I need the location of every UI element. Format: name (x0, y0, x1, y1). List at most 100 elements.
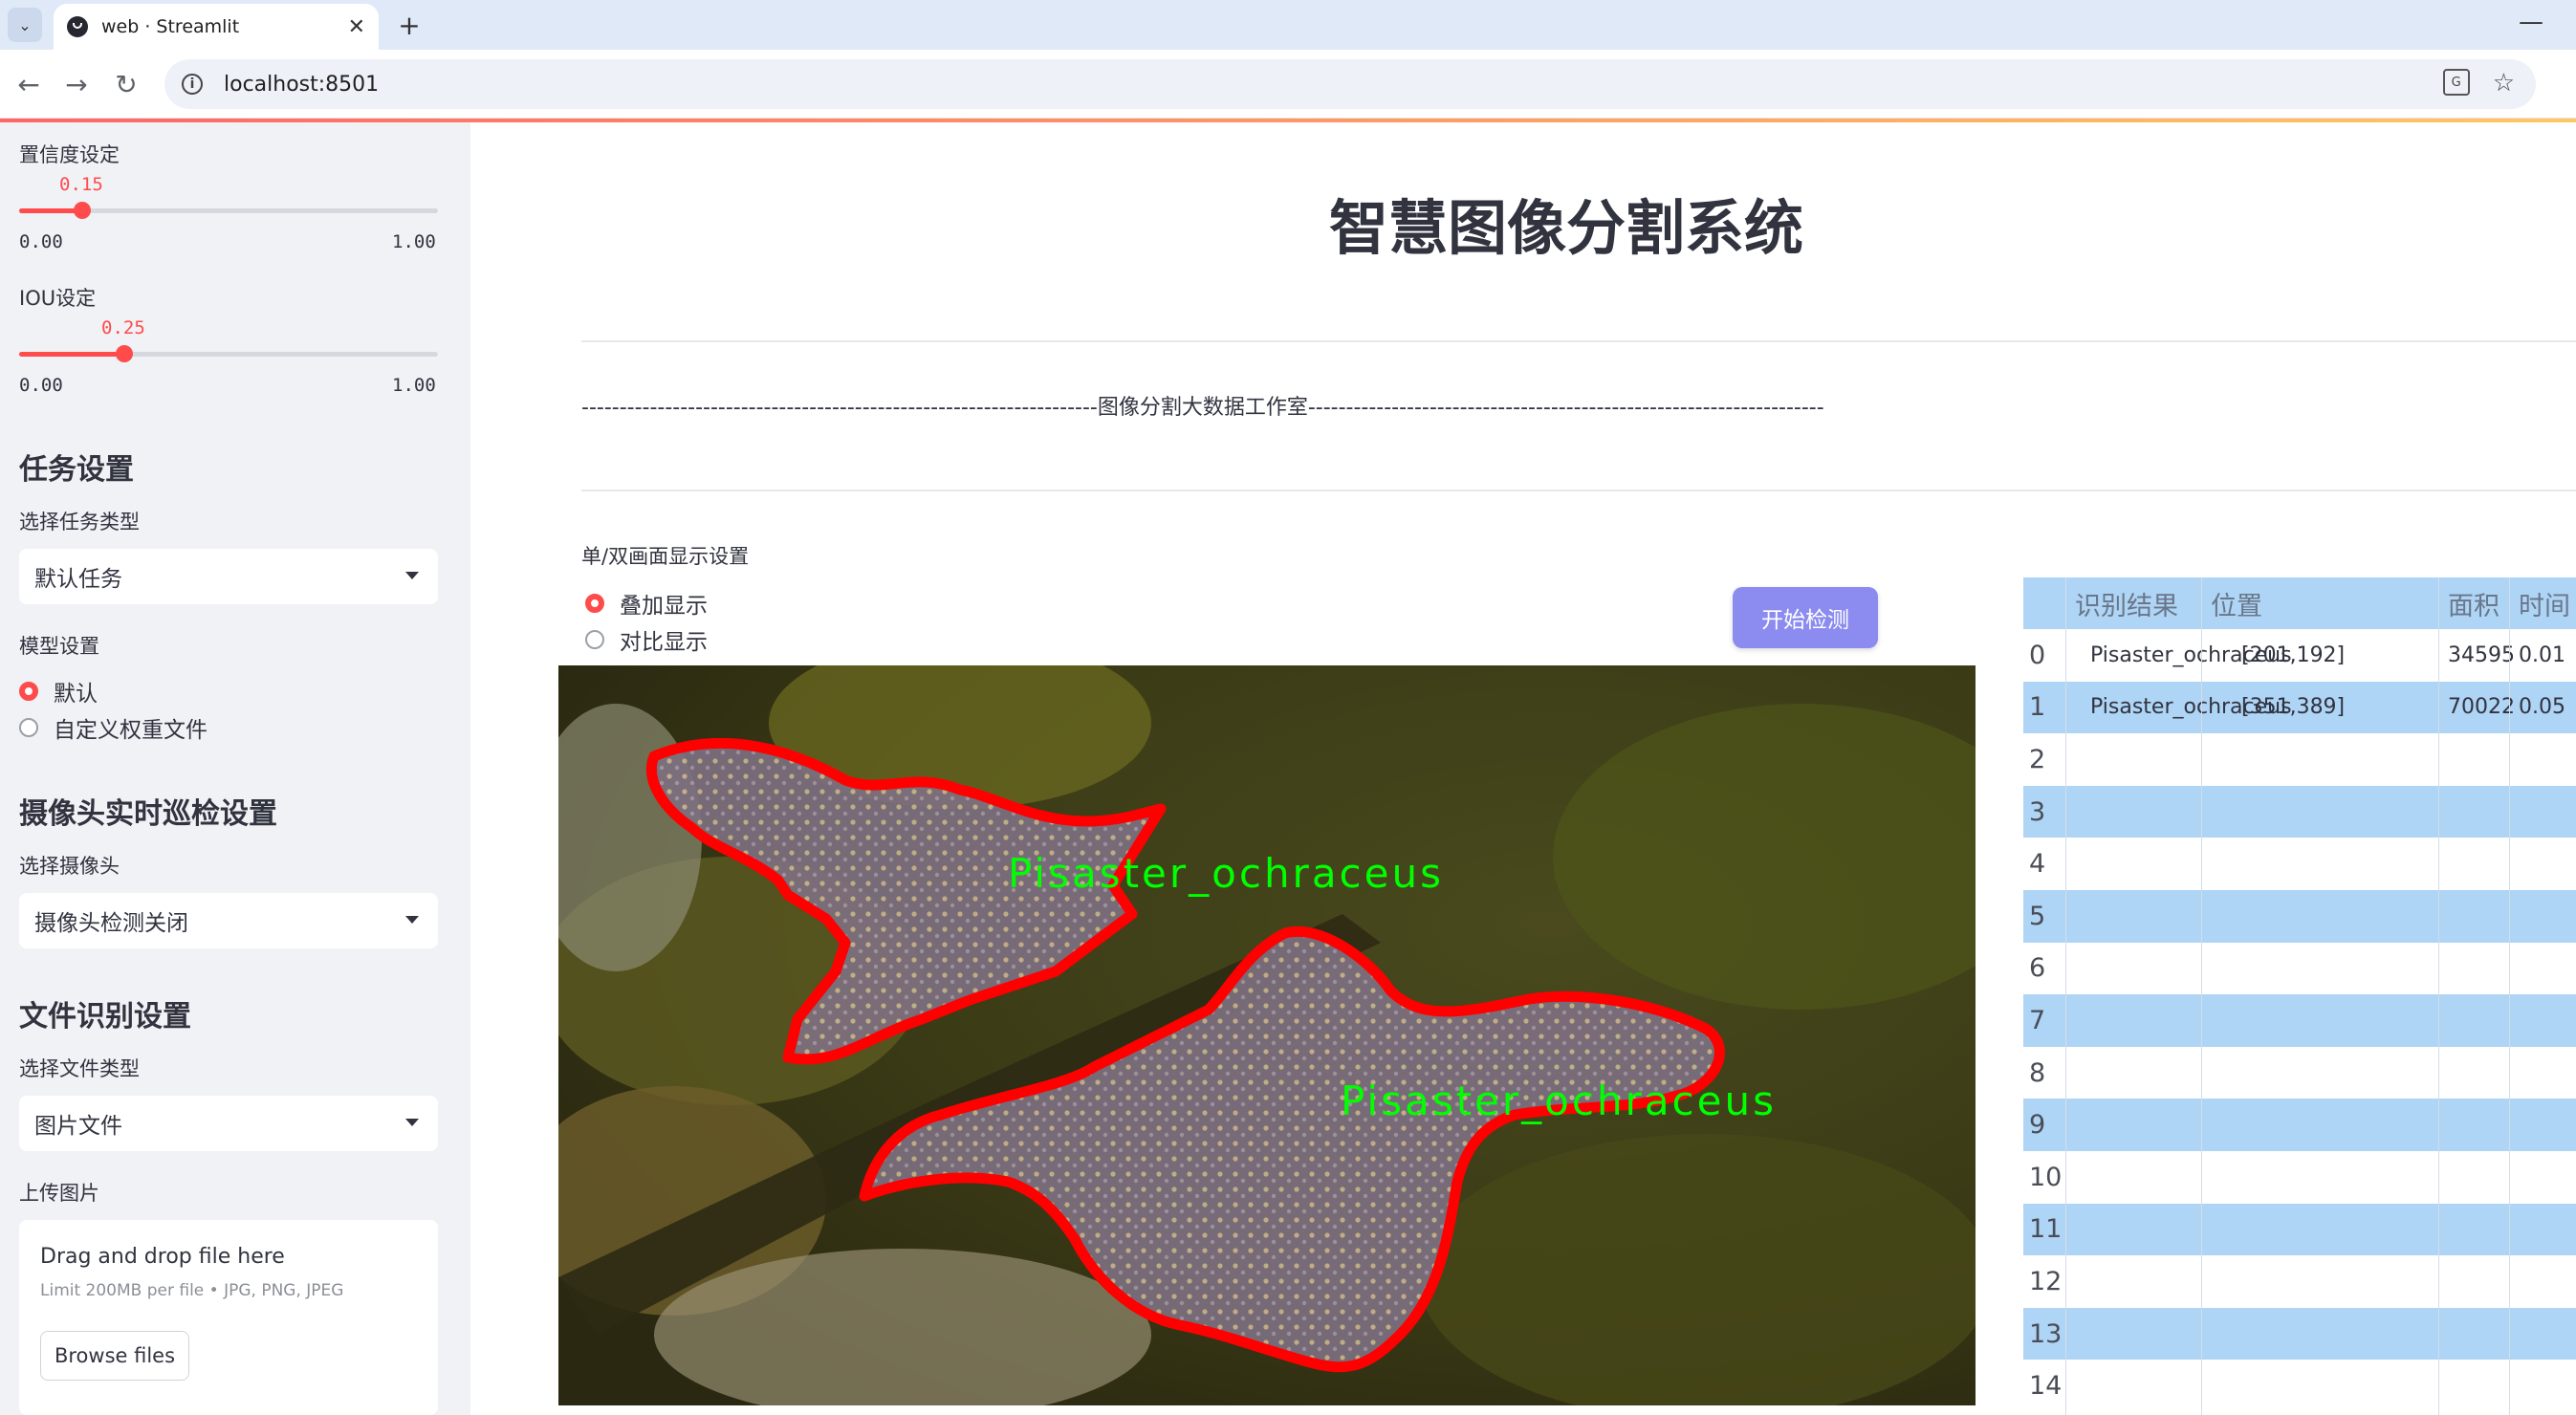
confidence-slider-thumb[interactable] (74, 202, 91, 219)
radio-unselected-icon (19, 718, 38, 737)
chevron-down-icon (405, 1119, 419, 1126)
camera-settings-heading: 摄像头实时巡检设置 (19, 797, 277, 831)
model-option-label: 默认 (54, 682, 98, 707)
radio-unselected-icon (585, 630, 604, 649)
iou-min: 0.00 (19, 375, 63, 396)
cell-area: 70022 (2448, 695, 2515, 720)
table-row[interactable]: 9 (2023, 1099, 2576, 1151)
iou-value: 0.25 (101, 317, 145, 338)
cell-time: 0.01 (2519, 642, 2565, 667)
column-divider (2065, 577, 2066, 1415)
file-uploader-dropzone[interactable]: Drag and drop file here Limit 200MB per … (19, 1220, 438, 1415)
column-divider (2509, 577, 2510, 1415)
reload-icon[interactable]: ↻ (109, 67, 143, 101)
file-type-value: 图片文件 (34, 1114, 122, 1139)
table-row[interactable]: 14 (2023, 1360, 2576, 1412)
camera-select-value: 摄像头检测关闭 (34, 911, 188, 936)
task-type-label: 选择任务类型 (19, 511, 140, 533)
iou-slider[interactable] (19, 345, 438, 362)
model-settings-label: 模型设置 (19, 635, 99, 658)
model-option-default[interactable]: 默认 (19, 675, 98, 708)
detection-label: Pisaster_ochraceus (1341, 1078, 1777, 1124)
forward-icon[interactable]: → (59, 67, 94, 101)
display-option-label: 对比显示 (620, 630, 708, 655)
display-mode-label: 单/双画面显示设置 (581, 545, 750, 568)
row-index: 12 (2029, 1266, 2063, 1296)
task-settings-heading: 任务设置 (19, 453, 134, 487)
row-index: 6 (2029, 953, 2046, 984)
table-row[interactable]: 8 (2023, 1046, 2576, 1099)
camera-select[interactable]: 摄像头检测关闭 (19, 893, 438, 948)
confidence-slider[interactable] (19, 202, 438, 219)
table-row[interactable]: 11 (2023, 1203, 2576, 1256)
detection-label: Pisaster_ochraceus (1008, 850, 1444, 897)
info-icon[interactable]: i (182, 74, 203, 95)
table-row[interactable]: 3 (2023, 785, 2576, 838)
browse-files-button[interactable]: Browse files (40, 1331, 189, 1381)
chevron-down-icon: ⌄ (18, 15, 32, 34)
divider (581, 490, 2576, 491)
results-table[interactable]: 识别结果 位置 面积 时间 0 Pisaster_ochraceus [201,19… (2023, 577, 2576, 1415)
row-index: 9 (2029, 1110, 2046, 1141)
close-icon[interactable]: ✕ (348, 15, 365, 39)
address-bar: ← → ↻ i localhost:8501 G ☆ (0, 50, 2576, 119)
task-type-select[interactable]: 默认任务 (19, 549, 438, 604)
table-row[interactable]: 2 (2023, 733, 2576, 786)
segmentation-canvas: Pisaster_ochraceus Pisaster_ochraceus (558, 665, 1976, 1405)
table-row[interactable]: 4 (2023, 838, 2576, 890)
chevron-down-icon (405, 572, 419, 579)
row-index: 0 (2029, 640, 2046, 670)
row-index: 5 (2029, 901, 2046, 931)
iou-slider-thumb[interactable] (116, 345, 133, 362)
column-header-area[interactable]: 面积 (2448, 577, 2500, 629)
url-input[interactable]: i localhost:8501 G ☆ (164, 59, 2536, 109)
confidence-value: 0.15 (59, 174, 103, 195)
table-row[interactable]: 10 (2023, 1151, 2576, 1204)
translate-icon[interactable]: G (2442, 69, 2470, 96)
table-row[interactable]: 13 (2023, 1307, 2576, 1361)
table-row[interactable]: 12 (2023, 1255, 2576, 1308)
streamlit-favicon-icon (67, 16, 88, 37)
sidebar: 置信度设定 0.15 0.00 1.00 IOU设定 0.25 0.00 1.0… (0, 122, 470, 1415)
display-option-overlay[interactable]: 叠加显示 (585, 587, 708, 620)
minimize-icon[interactable]: — (2519, 8, 2543, 36)
table-row[interactable]: 5 (2023, 890, 2576, 943)
row-index: 8 (2029, 1057, 2046, 1088)
row-index: 13 (2029, 1318, 2063, 1349)
row-index: 10 (2029, 1162, 2063, 1192)
table-row[interactable]: 6 (2023, 942, 2576, 995)
table-header: 识别结果 位置 面积 时间 (2023, 577, 2576, 629)
new-tab-button[interactable]: + (392, 8, 426, 42)
page-title: 智慧图像分割系统 (1329, 193, 1804, 263)
column-divider (2438, 577, 2439, 1415)
table-row[interactable]: 1 Pisaster_ochraceus [351,389] 70022 0.05 (2023, 681, 2576, 734)
back-icon[interactable]: ← (11, 67, 46, 101)
model-option-label: 自定义权重文件 (54, 718, 207, 743)
display-option-compare[interactable]: 对比显示 (585, 623, 708, 656)
row-index: 14 (2029, 1371, 2063, 1402)
bookmark-star-icon[interactable]: ☆ (2493, 69, 2515, 98)
table-row[interactable]: 0 Pisaster_ochraceus [201,192] 34595 0.01 (2023, 629, 2576, 682)
iou-label: IOU设定 (19, 287, 97, 310)
start-detection-button[interactable]: 开始检测 (1733, 587, 1878, 648)
file-type-select[interactable]: 图片文件 (19, 1096, 438, 1151)
chevron-down-icon (405, 916, 419, 924)
confidence-max: 1.00 (392, 231, 436, 252)
row-index: 3 (2029, 796, 2046, 827)
column-header-result[interactable]: 识别结果 (2075, 577, 2178, 629)
display-option-label: 叠加显示 (620, 594, 708, 619)
tab-search-button[interactable]: ⌄ (8, 8, 42, 42)
iou-slider-fill (19, 352, 124, 357)
column-header-position[interactable]: 位置 (2211, 577, 2262, 629)
iou-max: 1.00 (392, 375, 436, 396)
column-header-time[interactable]: 时间 (2519, 577, 2570, 629)
file-settings-heading: 文件识别设置 (19, 1000, 191, 1034)
table-row[interactable]: 7 (2023, 994, 2576, 1047)
task-type-value: 默认任务 (34, 567, 122, 592)
row-index: 4 (2029, 849, 2046, 880)
model-option-custom[interactable]: 自定义权重文件 (19, 711, 207, 744)
radio-selected-icon (585, 594, 604, 613)
confidence-label: 置信度设定 (19, 143, 120, 166)
browser-tab-bar: ⌄ web · Streamlit ✕ + — (0, 0, 2576, 50)
browser-tab[interactable]: web · Streamlit ✕ (54, 4, 379, 50)
